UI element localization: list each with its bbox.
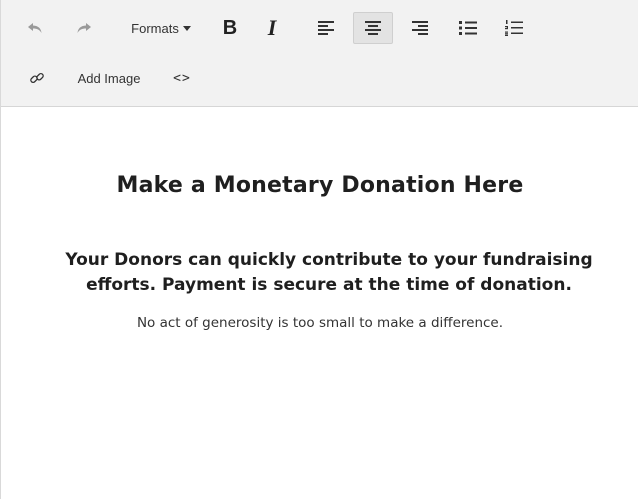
- italic-button[interactable]: I: [259, 12, 285, 44]
- code-icon: <>: [173, 70, 191, 86]
- add-image-label: Add Image: [77, 70, 141, 86]
- align-center-icon: [365, 21, 381, 35]
- rich-text-editor: Formats B I Add Image <> Make a Monetary…: [0, 0, 638, 499]
- content-heading: Make a Monetary Donation Here: [116, 173, 524, 198]
- bullet-list-icon: [459, 20, 477, 36]
- toolbar-row-insert: Add Image <>: [1, 62, 638, 94]
- add-image-button[interactable]: Add Image: [67, 62, 151, 94]
- align-right-button[interactable]: [403, 12, 437, 44]
- editor-content-area[interactable]: Make a Monetary Donation Here Your Donor…: [1, 108, 638, 499]
- redo-button[interactable]: [72, 12, 96, 44]
- bold-button[interactable]: B: [217, 12, 243, 44]
- italic-icon: I: [267, 15, 277, 40]
- formats-label: Formats: [131, 20, 179, 36]
- undo-icon: [27, 21, 43, 35]
- content-note: No act of generosity is too small to mak…: [136, 315, 504, 331]
- toolbar-row-formatting: Formats B I: [1, 12, 638, 48]
- insert-link-button[interactable]: [25, 62, 49, 94]
- bullet-list-button[interactable]: [451, 12, 485, 44]
- redo-icon: [76, 21, 92, 35]
- align-center-button[interactable]: [353, 12, 393, 44]
- caret-down-icon: [182, 25, 191, 31]
- link-icon: [29, 70, 45, 86]
- editor-toolbar: Formats B I Add Image <>: [1, 0, 638, 107]
- align-right-icon: [412, 21, 428, 35]
- bold-icon: B: [222, 16, 238, 39]
- numbered-list-button[interactable]: [497, 12, 531, 44]
- formats-dropdown[interactable]: Formats: [121, 12, 201, 44]
- undo-button[interactable]: [23, 12, 47, 44]
- align-left-button[interactable]: [309, 12, 343, 44]
- source-code-button[interactable]: <>: [167, 62, 197, 94]
- numbered-list-icon: [505, 20, 523, 36]
- align-left-icon: [318, 21, 334, 35]
- content-subheading: Your Donors can quickly contribute to yo…: [65, 250, 593, 295]
